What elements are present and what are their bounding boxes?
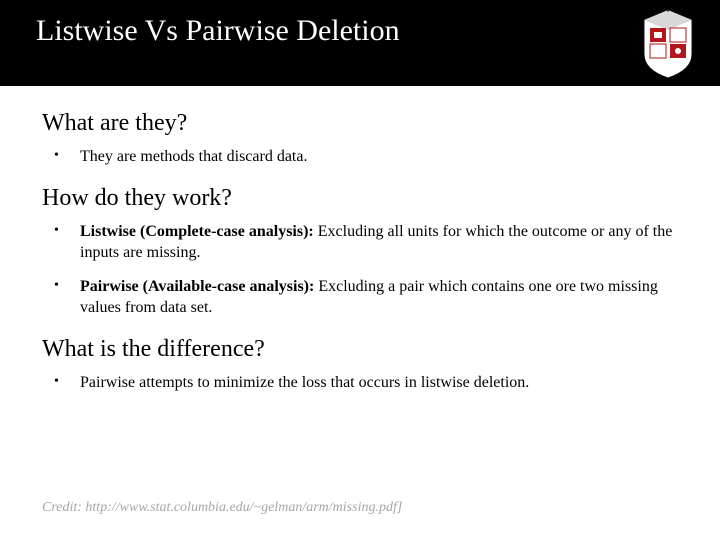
credit-line: Credit: http://www.stat.columbia.edu/~ge…: [42, 500, 402, 516]
list-item: Listwise (Complete-case analysis): Exclu…: [54, 222, 680, 263]
section-heading-what: What are they?: [42, 110, 680, 137]
slide-header: Listwise Vs Pairwise Deletion: [0, 0, 720, 86]
section-heading-diff: What is the difference?: [42, 336, 680, 363]
bullet-list: Listwise (Complete-case analysis): Exclu…: [42, 222, 680, 318]
bullet-bold: Pairwise (Available-case analysis):: [80, 278, 318, 295]
list-item: They are methods that discard data.: [54, 147, 680, 167]
bullet-list: Pairwise attempts to minimize the loss t…: [42, 373, 680, 393]
bullet-bold: Listwise (Complete-case analysis):: [80, 223, 318, 240]
bullet-text: They are methods that discard data.: [80, 148, 307, 165]
list-item: Pairwise (Available-case analysis): Excl…: [54, 277, 680, 318]
bullet-text: Pairwise attempts to minimize the loss t…: [80, 374, 529, 391]
section-heading-how: How do they work?: [42, 185, 680, 212]
slide-title: Listwise Vs Pairwise Deletion: [36, 14, 720, 48]
slide-body: What are they? They are methods that dis…: [0, 86, 720, 394]
bullet-list: They are methods that discard data.: [42, 147, 680, 167]
crest-logo-icon: [640, 6, 696, 80]
list-item: Pairwise attempts to minimize the loss t…: [54, 373, 680, 393]
